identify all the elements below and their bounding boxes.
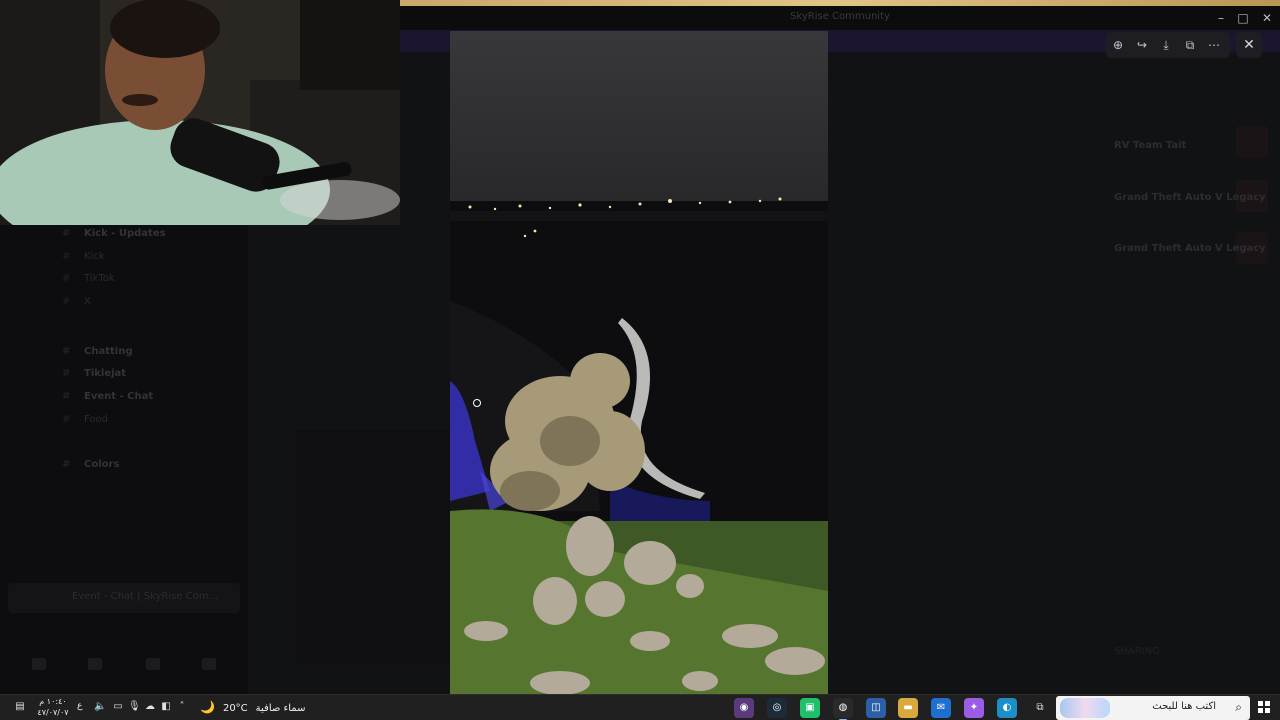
channel-item[interactable]: # Colors bbox=[62, 459, 119, 477]
weather-temperature: 20°C bbox=[222, 703, 248, 714]
chrome-icon[interactable]: ◍ bbox=[833, 698, 853, 720]
channel-item[interactable]: # Kick bbox=[62, 251, 105, 269]
headphones-icon[interactable] bbox=[88, 658, 102, 670]
channel-list bbox=[0, 225, 248, 694]
channel-label: Tiklejat bbox=[84, 368, 127, 379]
moon-icon: 🌙 bbox=[200, 700, 215, 714]
minimize-icon[interactable]: – bbox=[1210, 10, 1232, 26]
volume-icon[interactable]: 🔈 bbox=[94, 701, 106, 713]
channel-label: X bbox=[84, 296, 91, 307]
window-title: SkyRise Community bbox=[790, 11, 890, 22]
onedrive-icon[interactable]: ☁ bbox=[144, 701, 156, 713]
channel-item[interactable]: # Food bbox=[62, 414, 108, 432]
notification-icon[interactable]: ▤ bbox=[14, 701, 26, 713]
channel-item[interactable]: # Event - Chat bbox=[62, 391, 153, 409]
green-app-icon[interactable]: ▣ bbox=[800, 698, 820, 718]
screen: SkyRise Community – □ ✕ # Kick - Updates … bbox=[0, 0, 1280, 720]
user-panel bbox=[8, 650, 240, 680]
member-item[interactable]: Grand Theft Auto V Legacy bbox=[1114, 243, 1266, 254]
window-close-icon[interactable]: ✕ bbox=[1256, 10, 1278, 26]
close-viewer-button[interactable]: ✕ bbox=[1236, 32, 1262, 58]
member-item[interactable]: RV Team Tait bbox=[1114, 140, 1186, 151]
weather-widget[interactable]: 🌙 20°C سماء صافية bbox=[200, 700, 305, 714]
channel-label: Kick bbox=[84, 251, 105, 262]
windows-start-icon[interactable] bbox=[1258, 701, 1270, 713]
meet-now-icon[interactable]: ◧ bbox=[160, 701, 172, 713]
voice-channel-label: Event - Chat | SkyRise Com... bbox=[72, 591, 219, 602]
input-language[interactable]: ع bbox=[77, 701, 82, 711]
window-titlebar: SkyRise Community – □ ✕ bbox=[400, 6, 1280, 30]
open-in-browser-icon[interactable]: ⧉ bbox=[1180, 35, 1200, 55]
channel-label: Colors bbox=[84, 459, 120, 470]
task-view-icon[interactable]: ⧉ bbox=[1030, 698, 1050, 718]
copilot-icon[interactable]: ✦ bbox=[964, 698, 984, 718]
search-highlight-art bbox=[1060, 698, 1110, 718]
microphone-icon[interactable]: 🎙 bbox=[128, 701, 141, 713]
taskbar-clock[interactable]: ١٠:٤٠ م ٤٧/٠٧/٠٧ bbox=[34, 696, 72, 718]
settings-icon[interactable] bbox=[202, 658, 216, 670]
viewer-toolbar: ⊕ ↪ ⤓ ⧉ ⋯ bbox=[1106, 32, 1230, 58]
channel-label: Kick - Updates bbox=[84, 228, 166, 239]
mouse-cursor bbox=[473, 399, 481, 407]
grid-icon[interactable] bbox=[146, 658, 160, 670]
channel-item[interactable]: # Kick - Updates bbox=[62, 228, 166, 246]
channel-label: Chatting bbox=[84, 346, 133, 357]
show-hidden-icons-chevron-icon[interactable]: ˄ bbox=[176, 701, 188, 713]
clock-date: ٤٧/٠٧/٠٧ bbox=[37, 708, 69, 717]
activity-thumbnail bbox=[1236, 126, 1268, 158]
more-icon[interactable]: ⋯ bbox=[1204, 35, 1224, 55]
edge-icon[interactable]: ◐ bbox=[997, 698, 1017, 718]
channel-item[interactable]: # Tiklejat bbox=[62, 368, 126, 386]
download-icon[interactable]: ⤓ bbox=[1156, 35, 1176, 55]
channel-label: TikTok bbox=[84, 273, 115, 284]
search-placeholder: اكتب هنا للبحث bbox=[1152, 701, 1216, 712]
viewer-image[interactable] bbox=[450, 31, 828, 694]
webcam-feed bbox=[0, 0, 400, 225]
night-landscape-photo bbox=[450, 31, 828, 694]
channel-label: Event - Chat bbox=[84, 391, 154, 402]
search-icon: ⌕ bbox=[1235, 700, 1242, 714]
voice-connection-bar[interactable]: Event - Chat | SkyRise Com... bbox=[8, 583, 240, 613]
network-icon[interactable]: ▭ bbox=[112, 701, 124, 713]
forward-icon[interactable]: ↪ bbox=[1132, 35, 1152, 55]
webcam-overlay bbox=[0, 0, 400, 225]
channel-item[interactable]: # Chatting bbox=[62, 346, 132, 364]
member-list: RV Team Tait Grand Theft Auto V Legacy G… bbox=[1100, 90, 1280, 690]
maximize-icon[interactable]: □ bbox=[1232, 10, 1254, 26]
file-explorer-icon[interactable]: ▬ bbox=[898, 698, 918, 718]
store-icon[interactable]: ◫ bbox=[866, 698, 886, 718]
channel-item[interactable]: # TikTok bbox=[62, 273, 115, 291]
channel-label: Food bbox=[84, 414, 108, 425]
channel-item[interactable]: # X bbox=[62, 296, 91, 314]
weather-description: سماء صافية bbox=[255, 703, 306, 714]
copilot-app-icon[interactable]: ◉ bbox=[734, 698, 754, 718]
windows-taskbar: ▤ ١٠:٤٠ م ٤٧/٠٧/٠٧ ع 🔈 ▭ 🎙 ☁ ◧ ˄ 🌙 20°C سم… bbox=[0, 694, 1280, 720]
zoom-in-icon[interactable]: ⊕ bbox=[1108, 35, 1128, 55]
member-item[interactable]: Grand Theft Auto V Legacy bbox=[1114, 192, 1266, 203]
clock-time: ١٠:٤٠ م bbox=[39, 697, 67, 706]
webcam-app-icon[interactable]: ◎ bbox=[767, 698, 787, 718]
member-item[interactable]: SHARING bbox=[1114, 646, 1160, 657]
taskbar-search-box[interactable]: اكتب هنا للبحث ⌕ bbox=[1056, 696, 1250, 720]
mic-icon[interactable] bbox=[32, 658, 46, 670]
mail-icon[interactable]: ✉ bbox=[931, 698, 951, 718]
embedded-preview bbox=[296, 430, 450, 664]
